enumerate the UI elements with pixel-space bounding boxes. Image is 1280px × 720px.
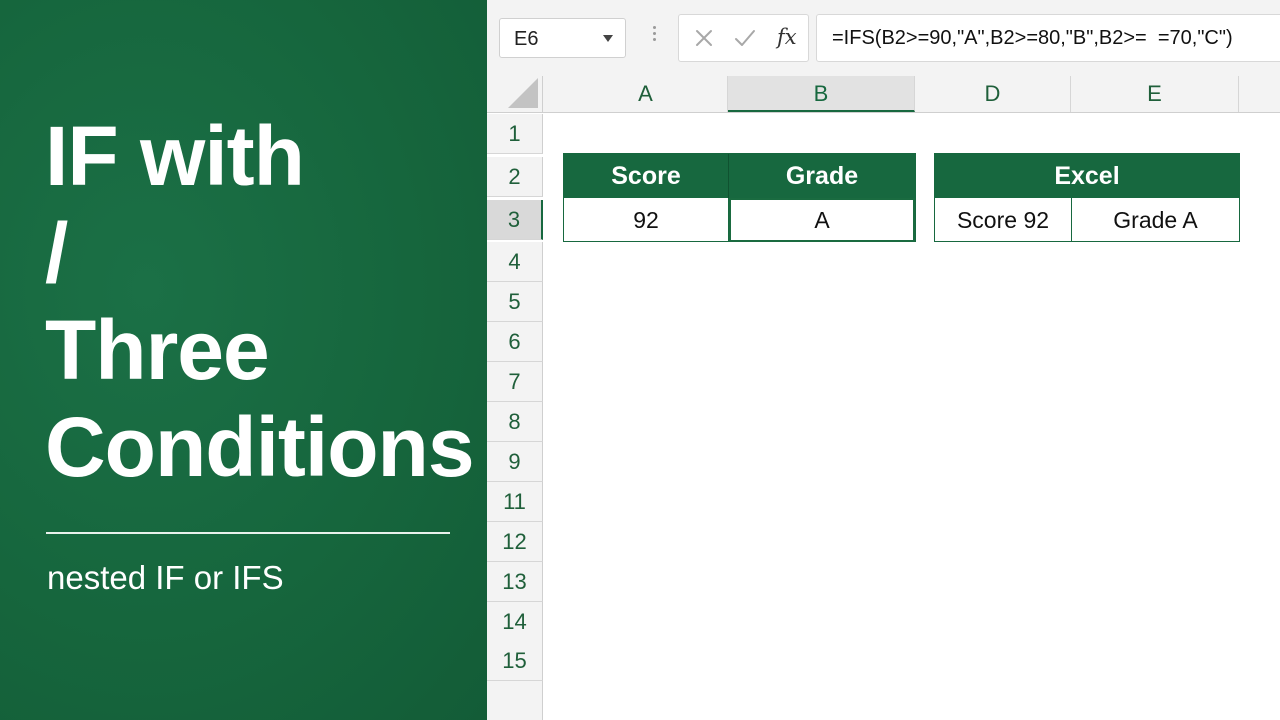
row-header[interactable]: 3 [487, 200, 543, 240]
formula-text: =IFS(B2>=90,"A",B2>=80,"B",B2>= =70,"C") [832, 27, 1233, 49]
cancel-icon[interactable] [693, 27, 715, 49]
row-header[interactable]: 11 [487, 482, 543, 522]
row-header[interactable]: 6 [487, 322, 543, 362]
row-header[interactable]: 4 [487, 242, 543, 282]
subtitle: nested IF or IFS [47, 559, 284, 596]
excel-summary-table: Excel Score 92 Grade A [934, 153, 1240, 242]
name-box-value: E6 [514, 28, 539, 50]
fx-icon[interactable]: fx [777, 25, 797, 49]
row-header[interactable]: 9 [487, 442, 543, 482]
row-header[interactable]: 1 [487, 114, 543, 154]
table-header-score: Score [564, 154, 728, 198]
cell-grade-value[interactable]: A [729, 198, 915, 242]
column-headers: A B D E [487, 76, 1280, 113]
column-header-b[interactable]: B [728, 76, 915, 112]
chevron-down-icon[interactable] [603, 35, 613, 42]
row-header[interactable]: 15 [487, 641, 543, 681]
cell-grade-label[interactable]: Grade A [1072, 199, 1239, 241]
name-box[interactable]: E6 [499, 18, 626, 58]
score-grade-table: Score Grade 92 A [563, 153, 916, 242]
title-divider [46, 532, 450, 534]
page-title: IF with / Three Conditions [45, 108, 475, 496]
title-panel: IF with / Three Conditions nested IF or … [0, 0, 487, 720]
row-header[interactable]: 14 [487, 602, 543, 642]
table-header-grade: Grade [729, 154, 915, 198]
row-header[interactable]: 12 [487, 522, 543, 562]
row-header-empty [487, 681, 543, 720]
select-all-icon [508, 78, 538, 108]
cell-score-value[interactable]: 92 [564, 199, 728, 241]
row-header[interactable]: 5 [487, 282, 543, 322]
cell-score-label[interactable]: Score 92 [935, 199, 1071, 241]
enter-icon[interactable] [733, 27, 757, 49]
row-header[interactable]: 13 [487, 562, 543, 602]
formula-input[interactable]: =IFS(B2>=90,"A",B2>=80,"B",B2>= =70,"C") [816, 14, 1280, 62]
row-header[interactable]: 7 [487, 362, 543, 402]
table-header-excel: Excel [935, 154, 1239, 198]
select-all-button[interactable] [487, 76, 543, 112]
row-header[interactable]: 2 [487, 157, 543, 197]
column-header-a[interactable]: A [564, 76, 728, 112]
title-line: / [45, 206, 68, 300]
title-line: IF with [45, 109, 305, 203]
column-header-e[interactable]: E [1071, 76, 1239, 112]
row-header[interactable]: 8 [487, 402, 543, 442]
formula-bar: E6 fx =IFS(B2>=90,"A",B2>=80,"B",B2>= =7… [487, 0, 1280, 76]
formula-buttons: fx [678, 14, 809, 62]
title-line: Three [45, 303, 270, 397]
column-header-d[interactable]: D [915, 76, 1071, 112]
more-dots-icon[interactable] [653, 26, 657, 48]
spreadsheet: E6 fx =IFS(B2>=90,"A",B2>=80,"B",B2>= =7… [487, 0, 1280, 720]
title-line: Conditions [45, 400, 475, 494]
